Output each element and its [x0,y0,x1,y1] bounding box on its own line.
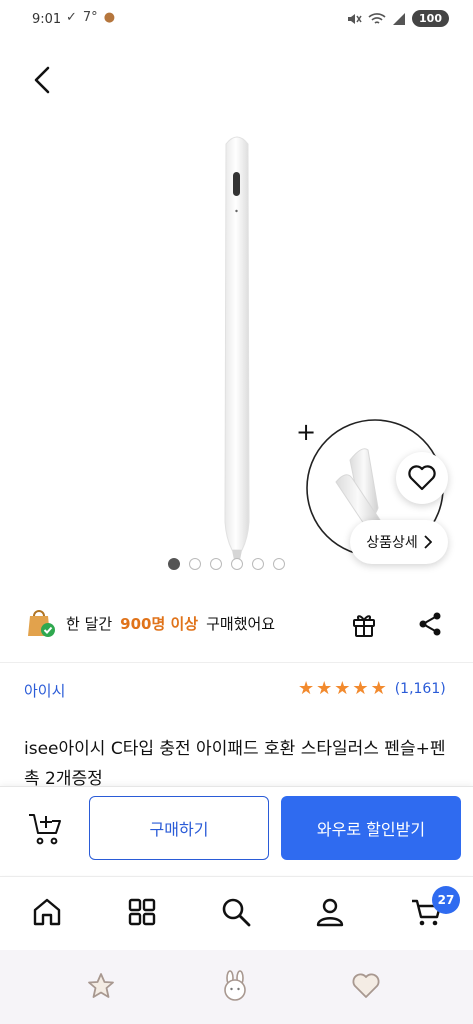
share-button[interactable] [412,606,448,642]
pagination-dot[interactable] [210,558,222,570]
gift-button[interactable] [346,606,382,642]
share-icon [419,612,441,636]
star-icon: ★ [352,678,369,699]
bunny-icon [224,970,246,1001]
rating-stars: ★ ★ ★ ★ ★ [298,680,387,698]
add-to-cart-button[interactable] [22,806,70,852]
signal-icon [393,12,406,25]
star-icon: ★ [334,678,351,699]
pagination-dot[interactable] [231,558,243,570]
bear-icon: ● [103,10,116,25]
star-outline-icon [88,973,114,998]
star-icon: ★ [316,678,333,699]
rating[interactable]: ★ ★ ★ ★ ★ (1,161) [298,680,446,698]
review-count[interactable]: (1,161) [395,681,446,697]
product-title: isee아이시 C타입 충전 아이패드 호환 스타일러스 펜슬+펜촉 2개증정 [24,739,446,786]
pagination-dot[interactable] [252,558,264,570]
nav-home[interactable] [27,892,67,932]
wow-discount-button[interactable]: 와우로 할인받기 [281,796,461,860]
nav-profile[interactable] [310,892,350,932]
battery-indicator: 100 [412,10,449,27]
heart-soft-icon [352,973,380,998]
purchase-suffix: 구매했어요 [206,614,276,633]
pagination-dot[interactable] [168,558,180,570]
pagination-dot[interactable] [189,558,201,570]
home-icon [33,898,61,926]
status-time: 9:01 [32,12,62,27]
chevron-right-icon [424,535,432,549]
sys-heart[interactable] [348,968,384,1004]
nav-category[interactable] [122,892,162,932]
image-pagination-dots [168,558,285,570]
sys-star[interactable] [83,968,119,1004]
cart-plus-icon [29,814,61,845]
nav-search[interactable] [216,892,256,932]
product-detail-button[interactable]: 상품상세 [350,520,448,564]
search-icon [222,898,251,927]
status-right-icons: 100 [346,10,449,27]
status-temp: 7° [82,10,98,25]
svg-text:+: + [296,418,316,446]
wishlist-button[interactable] [396,452,448,504]
star-icon: ★ [298,678,315,699]
shopping-bag-check-icon [28,610,55,637]
section-divider [0,662,473,663]
product-image[interactable]: + [0,110,473,580]
buy-button[interactable]: 구매하기 [89,796,269,860]
heart-icon [408,465,436,491]
stylus-pen-image: + [224,136,444,565]
profile-icon [316,898,344,927]
chevron-left-icon [34,66,50,94]
category-icon [128,898,156,926]
status-left-icons: ✓ 7° ● [66,10,115,25]
product-detail-label: 상품상세 [366,535,418,551]
gift-icon [353,615,375,637]
sys-bunny[interactable] [217,968,253,1004]
back-button[interactable] [24,60,60,100]
star-icon: ★ [370,678,387,699]
mute-icon [348,13,362,24]
purchase-prefix: 한 달간 [66,614,113,633]
brand-link[interactable]: 아이시 [24,680,65,701]
cart-count-badge: 27 [432,886,460,914]
purchase-count: 900명 이상 [120,614,199,633]
check-icon: ✓ [66,10,77,25]
pagination-dot[interactable] [273,558,285,570]
wifi-icon [368,12,386,24]
purchase-count-info: 한 달간 900명 이상 구매했어요 [24,606,275,640]
